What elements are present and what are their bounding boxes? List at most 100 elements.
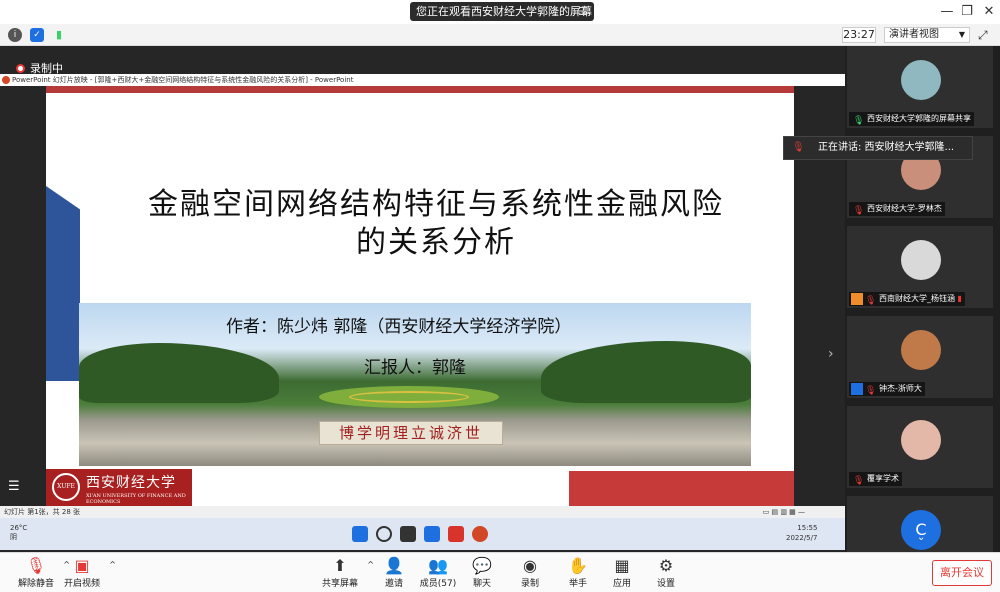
avatar: C [901, 510, 941, 550]
minimize-button[interactable]: — [938, 3, 956, 21]
task-view-icon[interactable] [400, 526, 416, 542]
share-screen-icon: ⬆ [333, 556, 347, 575]
view-mode-select[interactable]: 演讲者视图 ▼ [884, 27, 970, 43]
logo-name: 西安财经大学 [86, 475, 176, 491]
slide-counter: 幻灯片 第1张，共 28 张 [4, 508, 81, 516]
camera-off-icon: ▣ [74, 556, 90, 575]
participant-tile[interactable]: C ⌄ [847, 496, 993, 552]
info-icon[interactable]: i [8, 28, 22, 42]
share-screen-label: 共享屏幕 [321, 579, 358, 589]
participant-name: 钟杰-浙师大 [879, 384, 922, 393]
chevron-down-icon: ▼ [958, 30, 965, 39]
sharing-banner[interactable]: 您正在观看西安财经大学郭隆的屏幕 ☰ [410, 2, 594, 21]
settings-button[interactable]: ⚙ 设置 [636, 556, 696, 589]
trees-left [79, 343, 279, 403]
view-buttons-icon[interactable]: ▭ ▤ ▥ ▦ — [763, 506, 805, 518]
start-video-button[interactable]: ▣ 开启视频 ^ [52, 556, 116, 589]
participant-name: 西安财经大学-罗林杰 [867, 204, 942, 213]
mic-on-icon: 🎙 [853, 116, 865, 126]
shared-screen: 录制中 PowerPoint 幻灯片放映 - [郭隆+西财大+金融空间网络结构特… [0, 46, 845, 552]
slideshow-menu-icon[interactable]: ☰ [8, 479, 20, 494]
raise-hand-label: 举手 [568, 579, 587, 589]
meeting-app-icon[interactable] [424, 526, 440, 542]
mic-muted-icon: 🎙 [853, 206, 865, 216]
chat-label: 聊天 [472, 579, 491, 589]
settings-label: 设置 [656, 579, 675, 589]
menu-icon[interactable]: ☰ [578, 2, 588, 21]
speaking-label: 正在讲话: 西安财经大学郭隆... [818, 142, 955, 153]
chevron-right-icon[interactable]: › [828, 346, 834, 362]
gear-icon: ⚙ [658, 556, 674, 575]
system-clock[interactable]: 15:55 2022/5/7 [786, 523, 817, 543]
powerpoint-icon [2, 76, 10, 84]
avatar [901, 240, 941, 280]
weather-temp: 26°C [10, 524, 28, 532]
window-title-bar: 您正在观看西安财经大学郭隆的屏幕 ☰ — ❐ ✕ [0, 0, 1000, 24]
university-logo: XUFE 西安财经大学 XI'AN UNIVERSITY OF FINANCE … [46, 469, 192, 506]
participant-gallery: 🎙 西安财经大学郭隆的屏幕共享 🎙 西安财经大学-罗林杰 🎙 西南财经大学_杨钰… [845, 46, 1000, 552]
weather-widget[interactable]: 26°C 阴 [10, 524, 27, 542]
chevron-down-icon[interactable]: ⌄ [917, 532, 925, 543]
presentation-slide: 金融空间网络结构特征与系统性金融风险的关系分析 博学明理立诚济世 作者：陈少炜 … [46, 86, 794, 506]
weather-desc: 阴 [10, 533, 17, 541]
ppt-window-title: PowerPoint 幻灯片放映 - [郭隆+西财大+金融空间网络结构特征与系统… [0, 74, 845, 86]
signal-icon[interactable]: ▮ [52, 28, 66, 42]
participant-tile[interactable]: 🎙 西安财经大学郭隆的屏幕共享 [847, 46, 993, 128]
participant-tile[interactable]: 🎙 覆享学术 [847, 406, 993, 488]
powerpoint-taskbar-icon[interactable] [472, 526, 488, 542]
host-badge-icon [851, 293, 863, 305]
mic-muted-icon: 🎙 [792, 142, 805, 153]
participant-name-tag: 🎙 西安财经大学-罗林杰 [849, 202, 945, 216]
unmute-label: 解除静音 [17, 579, 54, 589]
start-icon[interactable] [352, 526, 368, 542]
restore-button[interactable]: ❐ [958, 3, 976, 21]
meeting-toolbar: i ✓ ▮ 23:27 演讲者视图 ▼ ⤢ [0, 24, 1000, 46]
leave-meeting-button[interactable]: 离开会议 [932, 560, 992, 586]
slide-red-block [569, 471, 794, 506]
chevron-up-icon[interactable]: ^ [109, 560, 116, 569]
slide-blue-shape [46, 186, 80, 381]
sharing-banner-text: 您正在观看西安财经大学郭隆的屏幕 [416, 5, 592, 18]
trees-right [541, 341, 751, 403]
participant-name: 覆享学术 [867, 474, 899, 483]
clock-time: 15:55 [797, 524, 818, 532]
participant-tile[interactable]: 🎙 钟杰-浙师大 [847, 316, 993, 398]
mic-muted-icon: 🎙 [865, 386, 877, 396]
ppt-window-title-text: PowerPoint 幻灯片放映 - [郭隆+西财大+金融空间网络结构特征与系统… [12, 76, 354, 84]
participant-name-tag: 🎙 覆享学术 [849, 472, 902, 486]
avatar [901, 420, 941, 460]
lawn-ring [349, 391, 469, 403]
pdf-app-icon[interactable] [448, 526, 464, 542]
signal-bars-icon: ▮ [957, 294, 962, 303]
windows-taskbar: 26°C 阴 15:55 2022/5/7 [0, 518, 845, 550]
speaking-indicator: 🎙 正在讲话: 西安财经大学郭隆... [783, 136, 973, 160]
participant-name: 西南财经大学_杨钰涵 [879, 294, 955, 303]
close-button[interactable]: ✕ [980, 3, 998, 21]
logo-seal: XUFE [52, 473, 80, 501]
cohost-badge-icon [851, 383, 863, 395]
record-label: 录制 [520, 579, 539, 589]
record-dot-icon [16, 64, 25, 73]
slide-top-bar [46, 86, 794, 93]
participant-name: 西安财经大学郭隆的屏幕共享 [867, 114, 971, 123]
participants-label: 成员(57) [419, 579, 457, 589]
view-mode-label: 演讲者视图 [889, 29, 939, 40]
author-line: 作者：陈少炜 郭隆（西安财经大学经济学院） [226, 317, 572, 337]
meeting-control-bar: 🎙 解除静音 ^ ▣ 开启视频 ^ ⬆ 共享屏幕 ^ 👤 邀请 👥 成员(57)… [0, 552, 1000, 592]
shield-icon[interactable]: ✓ [30, 28, 44, 42]
logo-english: XI'AN UNIVERSITY OF FINANCE AND ECONOMIC… [86, 493, 186, 505]
mic-muted-icon: 🎙 [865, 296, 877, 306]
apps-label: 应用 [612, 579, 631, 589]
participant-name-tag: 🎙 钟杰-浙师大 [849, 382, 925, 396]
slide-title: 金融空间网络结构特征与系统性金融风险的关系分析 [148, 187, 724, 260]
mic-muted-icon: 🎙 [853, 476, 865, 486]
share-screen-button[interactable]: ⬆ 共享屏幕 ^ [310, 556, 374, 589]
motto-stone: 博学明理立诚济世 [319, 421, 503, 445]
participant-tile[interactable]: 🎙 西南财经大学_杨钰涵 ▮ [847, 226, 993, 308]
fullscreen-icon[interactable]: ⤢ [978, 28, 988, 43]
search-icon[interactable] [376, 526, 392, 542]
start-video-label: 开启视频 [63, 579, 100, 589]
avatar [901, 60, 941, 100]
invite-label: 邀请 [384, 579, 403, 589]
avatar [901, 330, 941, 370]
